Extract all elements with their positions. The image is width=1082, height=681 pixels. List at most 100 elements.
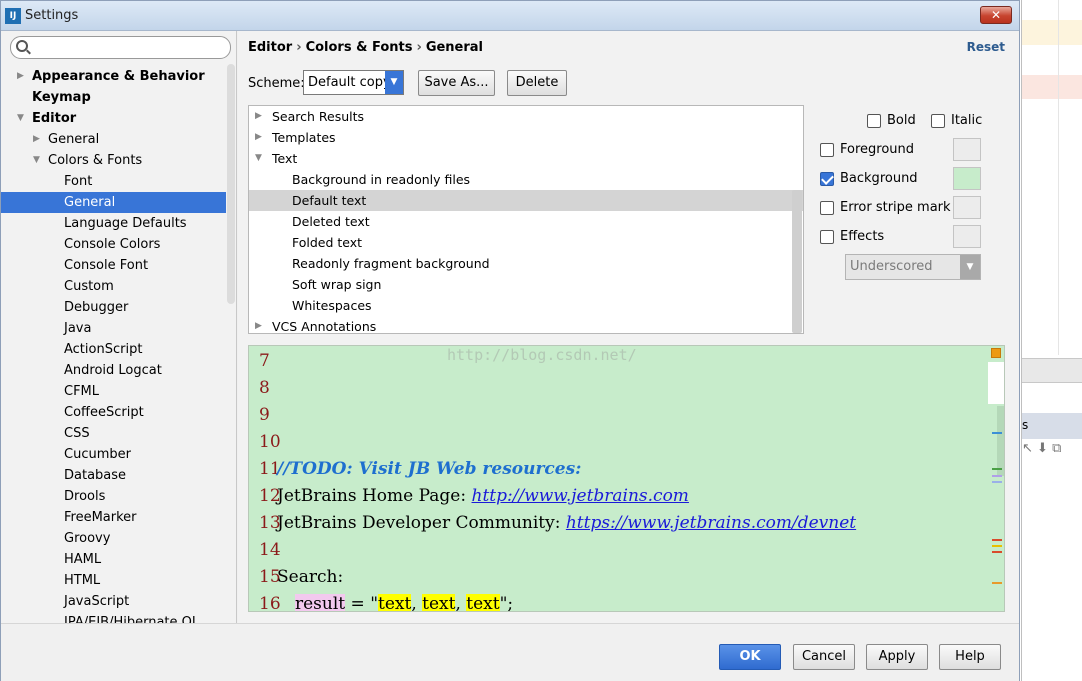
search-input[interactable] — [33, 39, 223, 56]
color-element-label: Readonly fragment background — [292, 256, 490, 271]
sidebar-item[interactable]: CFML — [1, 381, 226, 402]
color-element-item[interactable]: Background in readonly files — [249, 169, 803, 190]
line-number: 8 — [259, 378, 270, 398]
color-element-item[interactable]: Deleted text — [249, 211, 803, 232]
color-element-label: VCS Annotations — [272, 319, 377, 334]
hyperlink[interactable]: http://www.jetbrains.com — [472, 486, 689, 506]
background-label: Background — [840, 171, 918, 186]
sidebar-item[interactable]: HTML — [1, 570, 226, 591]
bold-checkbox[interactable] — [867, 114, 881, 128]
expand-right-icon[interactable]: ▶ — [255, 106, 262, 127]
sidebar-item[interactable]: Custom — [1, 276, 226, 297]
code-preview[interactable]: http://blog.csdn.net/ 7 8 9 10 11//TODO: Vis… — [248, 345, 1005, 612]
chevron-down-icon: ▼ — [960, 255, 980, 279]
sidebar-item[interactable]: Console Colors — [1, 234, 226, 255]
sidebar-item[interactable]: FreeMarker — [1, 507, 226, 528]
preview-scrollbar[interactable] — [997, 406, 1004, 476]
sidebar-item[interactable]: Keymap — [1, 87, 226, 108]
hyperlink[interactable]: https://www.jetbrains.com/devnet — [566, 513, 856, 533]
color-element-item[interactable]: Folded text — [249, 232, 803, 253]
color-element-label: Background in readonly files — [292, 172, 471, 187]
search-match: text — [378, 594, 412, 612]
delete-button[interactable]: Delete — [507, 70, 567, 96]
line-number: 14 — [259, 540, 281, 560]
plain-text: , — [411, 594, 423, 612]
sidebar-item[interactable]: Database — [1, 465, 226, 486]
sidebar-item[interactable]: Cucumber — [1, 444, 226, 465]
expand-right-icon[interactable]: ▶ — [255, 127, 262, 148]
cancel-button[interactable]: Cancel — [793, 644, 855, 670]
apply-button[interactable]: Apply — [866, 644, 928, 670]
save-as-button[interactable]: Save As... — [418, 70, 495, 96]
color-element-item[interactable]: Soft wrap sign — [249, 274, 803, 295]
sidebar-item[interactable]: HAML — [1, 549, 226, 570]
plain-text: JetBrains Home Page: — [277, 486, 472, 506]
sidebar-item[interactable]: CSS — [1, 423, 226, 444]
italic-checkbox[interactable] — [931, 114, 945, 128]
code-text: //TODO: Visit JB Web resources: — [277, 456, 581, 483]
breadcrumb-general: General — [425, 40, 484, 55]
sidebar-item[interactable]: Font — [1, 171, 226, 192]
todo-comment: //TODO: Visit JB Web resources: — [277, 459, 582, 479]
sidebar-item[interactable]: ▶ Appearance & Behavior — [1, 66, 226, 87]
sidebar-item[interactable]: JPA/EJB/Hibernate QL — [1, 612, 226, 623]
color-element-item[interactable]: Readonly fragment background — [249, 253, 803, 274]
settings-search[interactable] — [10, 36, 231, 59]
effects-color-swatch[interactable] — [953, 225, 981, 248]
close-button[interactable]: ✕ — [980, 6, 1012, 24]
sidebar-item[interactable]: Groovy — [1, 528, 226, 549]
sidebar-item[interactable]: JavaScript — [1, 591, 226, 612]
help-button[interactable]: Help — [939, 644, 1001, 670]
ok-button[interactable]: OK — [719, 644, 781, 670]
error-stripe-color-swatch[interactable] — [953, 196, 981, 219]
color-element-item[interactable]: ▶ VCS Annotations — [249, 316, 803, 334]
color-element-label: Search Results — [272, 109, 365, 124]
sidebar-item[interactable]: Java — [1, 318, 226, 339]
reset-link[interactable]: Reset — [967, 40, 1005, 54]
background-checkbox[interactable] — [820, 172, 834, 186]
bg-tab: s — [1022, 413, 1082, 439]
sidebar-item[interactable]: ActionScript — [1, 339, 226, 360]
code-line: 13JetBrains Developer Community: https:/… — [249, 510, 856, 537]
plain-text: , — [455, 594, 467, 612]
code-line: 15Search: — [249, 564, 343, 591]
foreground-checkbox[interactable] — [820, 143, 834, 157]
expand-down-icon[interactable]: ▼ — [255, 148, 262, 169]
code-line: 14 — [249, 537, 281, 564]
sidebar-item[interactable]: Android Logcat — [1, 360, 226, 381]
color-element-item[interactable]: ▼ Text — [249, 148, 803, 169]
sidebar-item-label: Groovy — [64, 531, 111, 546]
sidebar-scrollbar[interactable] — [227, 64, 235, 304]
color-element-item[interactable]: Default text — [249, 190, 803, 211]
code-text: JetBrains Home Page: http://www.jetbrain… — [277, 483, 689, 510]
error-stripe-checkbox[interactable] — [820, 201, 834, 215]
expand-right-icon[interactable]: ▶ — [33, 129, 40, 150]
sidebar-item[interactable]: Console Font — [1, 255, 226, 276]
sidebar-item[interactable]: CoffeeScript — [1, 402, 226, 423]
expand-right-icon[interactable]: ▶ — [17, 66, 24, 87]
sidebar-item[interactable]: Language Defaults — [1, 213, 226, 234]
gutter-viewport — [988, 362, 1004, 404]
sidebar-item[interactable]: ▼ Editor — [1, 108, 226, 129]
sidebar-item[interactable]: Drools — [1, 486, 226, 507]
background-color-swatch[interactable] — [953, 167, 981, 190]
scheme-label: Scheme: — [248, 76, 305, 91]
sidebar-item[interactable]: ▼ Colors & Fonts — [1, 150, 226, 171]
effect-type-dropdown[interactable]: Underscored ▼ — [845, 254, 981, 280]
elements-scrollbar[interactable] — [792, 190, 802, 333]
scheme-dropdown[interactable]: Default copy ▼ — [303, 70, 404, 95]
expand-down-icon[interactable]: ▼ — [33, 150, 40, 171]
foreground-color-swatch[interactable] — [953, 138, 981, 161]
effects-checkbox[interactable] — [820, 230, 834, 244]
color-element-item[interactable]: ▶ Search Results — [249, 106, 803, 127]
expand-right-icon[interactable]: ▶ — [255, 316, 262, 333]
color-element-item[interactable]: ▶ Templates — [249, 127, 803, 148]
copy-icon: ⧉ — [1052, 441, 1062, 456]
expand-down-icon[interactable]: ▼ — [17, 108, 24, 129]
sidebar-item[interactable]: Debugger — [1, 297, 226, 318]
code-line: 9 — [249, 402, 277, 429]
sidebar-item-label: Java — [64, 321, 92, 336]
sidebar-item[interactable]: General — [1, 192, 226, 213]
sidebar-item[interactable]: ▶ General — [1, 129, 226, 150]
color-element-item[interactable]: Whitespaces — [249, 295, 803, 316]
